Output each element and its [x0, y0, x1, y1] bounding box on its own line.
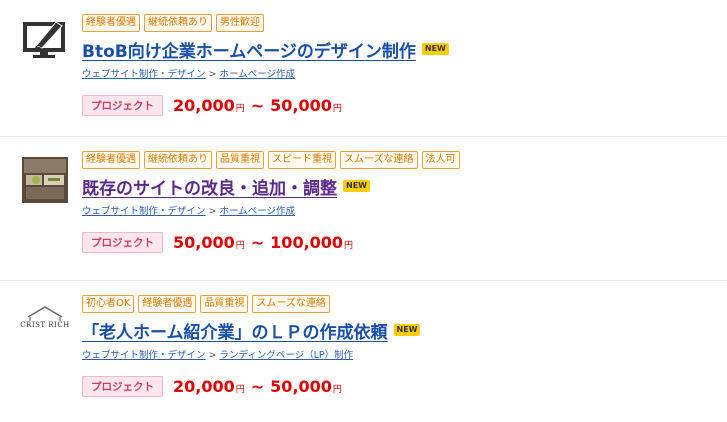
price-tilde: ~ [250, 232, 265, 252]
price-min: 20,000 [173, 95, 235, 115]
tag: スピード重視 [268, 151, 336, 169]
price-range: 20,000円 ~50,000円 [173, 96, 342, 115]
new-badge: NEW [343, 180, 370, 192]
subcategory-link[interactable]: ホームページ作成 [219, 69, 295, 80]
price-range: 20,000円 ~50,000円 [173, 377, 342, 396]
subcategory-link[interactable]: ホームページ作成 [219, 206, 295, 217]
monitor-pen-icon[interactable] [22, 16, 68, 62]
job-type-badge: プロジェクト [82, 94, 163, 116]
tag: 経験者優遇 [82, 151, 140, 169]
tag-list: 経験者優遇 継続依頼あり 男性歓迎 [82, 14, 717, 32]
tag: 男性歓迎 [216, 14, 264, 32]
price-min: 50,000 [173, 232, 235, 252]
price-max: 50,000 [270, 376, 332, 396]
job-title-link[interactable]: 既存のサイトの改良・追加・調整 [82, 174, 337, 199]
currency: 円 [235, 384, 245, 395]
tag: 経験者優遇 [138, 295, 197, 313]
tag: 品質重視 [200, 295, 249, 313]
tag: スムーズな連絡 [340, 151, 418, 169]
tag: 経験者優遇 [82, 14, 140, 32]
currency: 円 [235, 103, 245, 114]
tag: スムーズな連絡 [252, 295, 330, 313]
tag: 継続依頼あり [144, 151, 212, 169]
job-type-badge: プロジェクト [82, 375, 163, 397]
job-title-link[interactable]: 「老人ホーム紹介業」のＬＰの作成依頼 [82, 318, 388, 343]
job-card: CRIST RICH 初心者OK 経験者優遇 品質重視 スムーズな連絡 「老人ホ… [0, 281, 727, 422]
new-badge: NEW [421, 43, 449, 55]
breadcrumb-separator: > [208, 69, 217, 80]
breadcrumb: ウェブサイト制作・デザイン > ランディングページ（LP）制作 [82, 347, 717, 361]
tag-list: 初心者OK 経験者優遇 品質重視 スムーズな連絡 [82, 295, 717, 313]
photo-thumbnail[interactable] [22, 157, 68, 203]
crist-rich-logo[interactable]: CRIST RICH [20, 301, 69, 347]
tag-list: 経験者優遇 継続依頼あり 品質重視 スピード重視 スムーズな連絡 法人可 [82, 151, 717, 169]
tag: 法人可 [421, 151, 460, 169]
price-min: 20,000 [173, 376, 235, 396]
new-badge: NEW [393, 324, 421, 336]
job-card: 経験者優遇 継続依頼あり 男性歓迎 BtoB向け企業ホームページのデザイン制作 … [0, 0, 727, 136]
category-link[interactable]: ウェブサイト制作・デザイン [82, 350, 206, 361]
price-tilde: ~ [250, 95, 265, 115]
currency: 円 [235, 240, 245, 251]
price-max: 50,000 [270, 95, 332, 115]
tag: 初心者OK [82, 295, 135, 313]
breadcrumb: ウェブサイト制作・デザイン > ホームページ作成 [82, 66, 717, 80]
price-max: 100,000 [270, 232, 344, 252]
job-title-link[interactable]: BtoB向け企業ホームページのデザイン制作 [82, 37, 416, 62]
price-range: 50,000円 ~100,000円 [173, 233, 353, 252]
category-link[interactable]: ウェブサイト制作・デザイン [82, 69, 206, 80]
category-link[interactable]: ウェブサイト制作・デザイン [82, 206, 206, 217]
currency: 円 [344, 240, 354, 251]
tag: 品質重視 [216, 151, 264, 169]
breadcrumb-separator: > [208, 206, 217, 217]
breadcrumb-separator: > [208, 350, 217, 361]
tag: 継続依頼あり [144, 14, 212, 32]
logo-text: CRIST RICH [20, 321, 70, 329]
currency: 円 [332, 384, 342, 395]
breadcrumb: ウェブサイト制作・デザイン > ホームページ作成 [82, 203, 717, 217]
job-list: 経験者優遇 継続依頼あり 男性歓迎 BtoB向け企業ホームページのデザイン制作 … [0, 0, 727, 422]
job-type-badge: プロジェクト [82, 231, 163, 253]
price-tilde: ~ [250, 376, 265, 396]
subcategory-link[interactable]: ランディングページ（LP）制作 [219, 350, 353, 361]
job-card: 経験者優遇 継続依頼あり 品質重視 スピード重視 スムーズな連絡 法人可 既存の… [0, 137, 727, 280]
currency: 円 [332, 103, 342, 114]
